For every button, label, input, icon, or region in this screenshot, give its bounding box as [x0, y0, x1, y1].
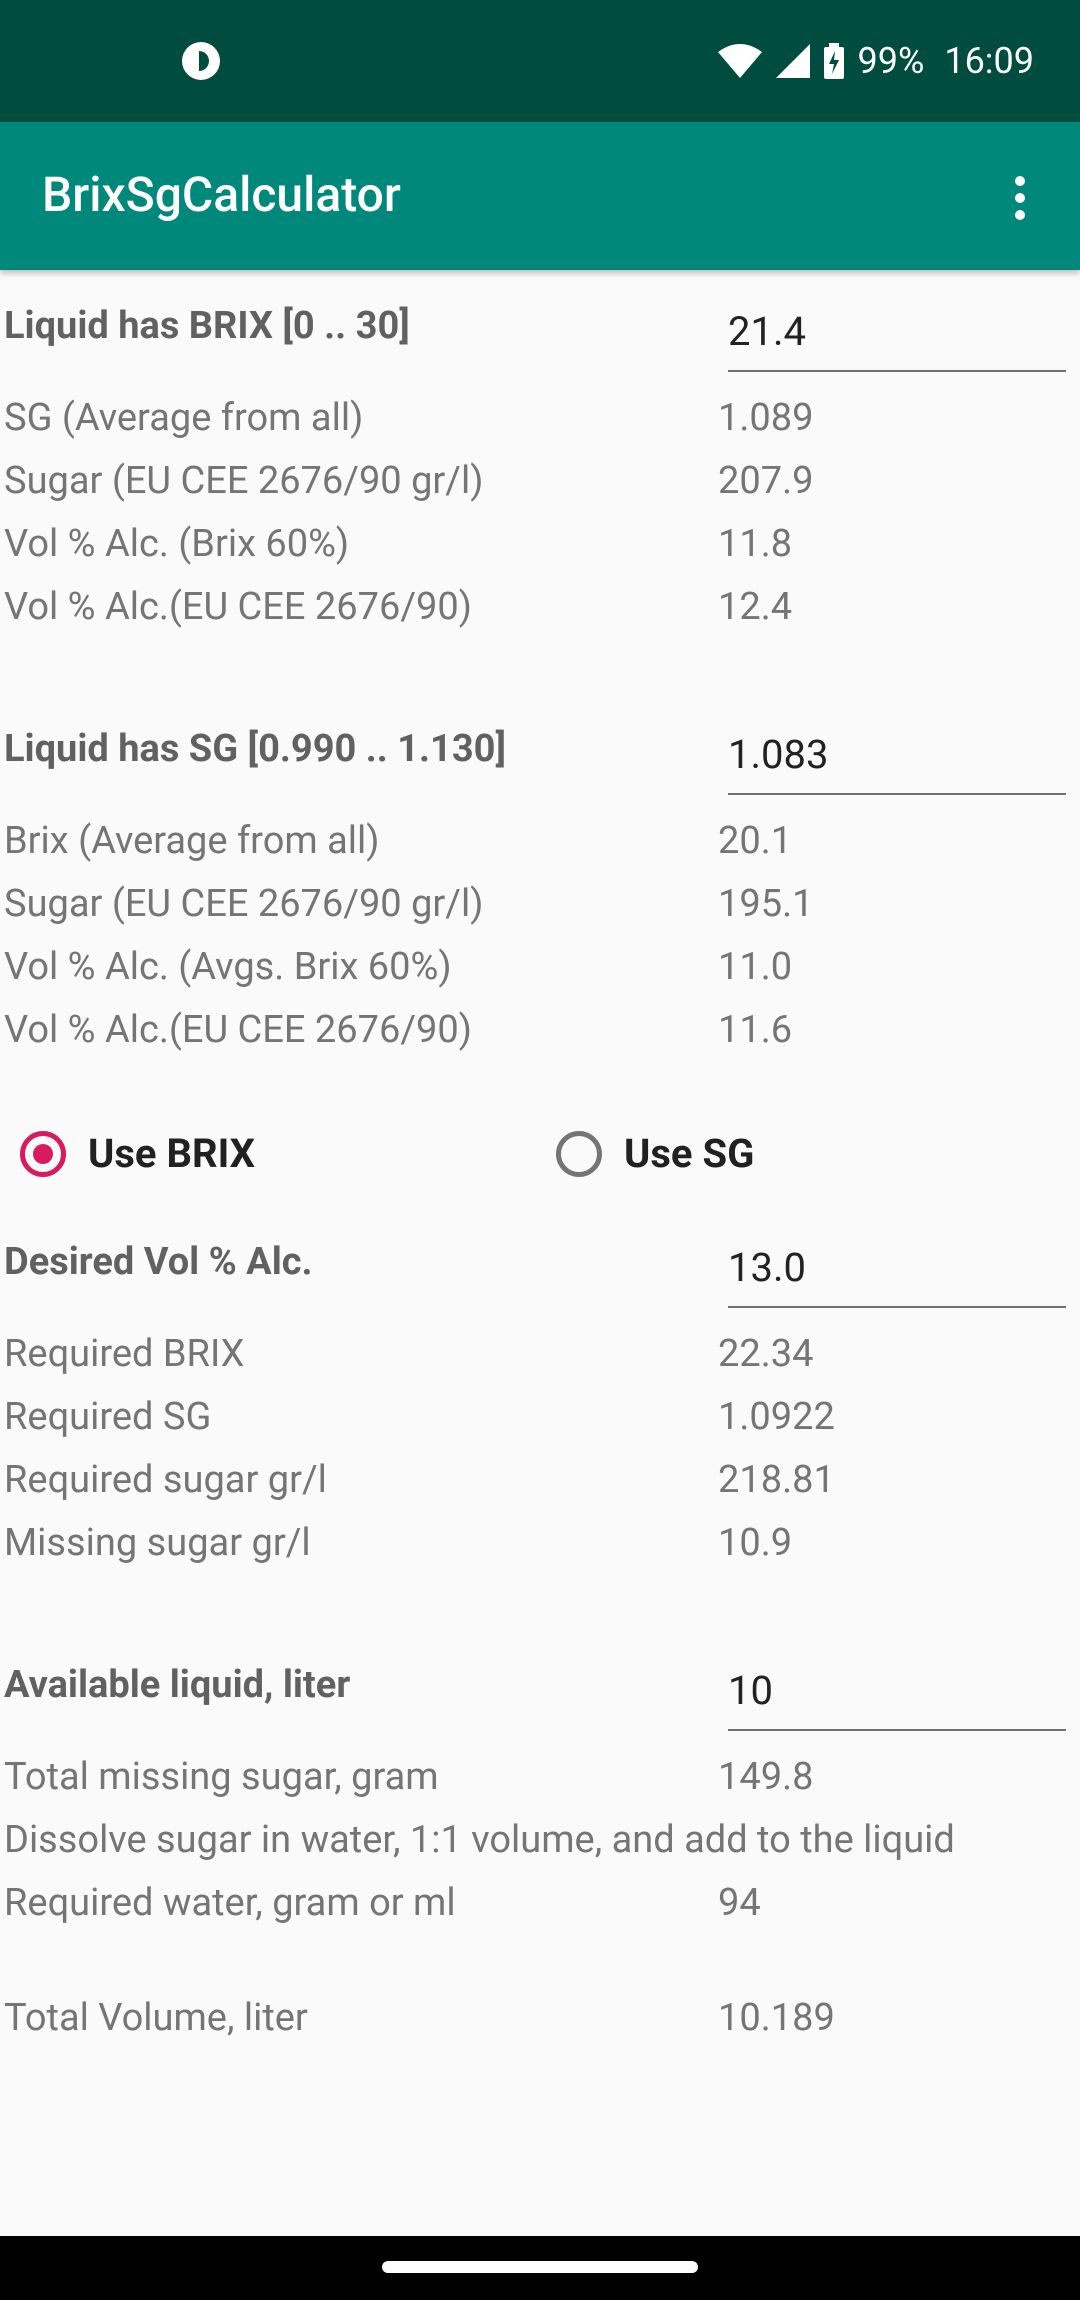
result-label: Vol % Alc.(EU CEE 2676/90): [4, 585, 472, 629]
brix-input-value: 21.4: [728, 308, 806, 355]
app-bar: BrixSgCalculator: [0, 122, 1080, 270]
desired-alc-label: Desired Vol % Alc.: [4, 1240, 313, 1284]
sg-input-value: 1.083: [728, 731, 829, 778]
battery-percent: 99%: [857, 40, 925, 82]
result-value: 195.1: [718, 882, 814, 926]
result-label: Required sugar gr/l: [4, 1458, 327, 1502]
result-value: 11.8: [718, 522, 793, 566]
result-label: SG (Average from all): [4, 396, 364, 440]
home-gesture-handle[interactable]: [382, 2261, 698, 2273]
navigation-bar: [0, 2236, 1080, 2300]
result-value: 10.189: [718, 1996, 835, 2040]
radio-checked-icon: [20, 1130, 66, 1177]
result-label: Total missing sugar, gram: [4, 1755, 439, 1799]
result-label: Required water, gram or ml: [4, 1881, 456, 1925]
app-title: BrixSgCalculator: [42, 166, 401, 223]
sg-input[interactable]: 1.083: [728, 723, 1066, 795]
sg-input-label: Liquid has SG [0.990 .. 1.130]: [4, 727, 506, 771]
result-value: 1.0922: [718, 1395, 835, 1439]
use-sg-label: Use SG: [624, 1130, 755, 1177]
brix-input-label: Liquid has BRIX [0 .. 30]: [4, 304, 410, 348]
result-label: Missing sugar gr/l: [4, 1521, 311, 1565]
result-label: Sugar (EU CEE 2676/90 gr/l): [4, 882, 484, 926]
result-label: Brix (Average from all): [4, 819, 380, 863]
available-liquid-label: Available liquid, liter: [4, 1663, 351, 1707]
available-liquid-input[interactable]: 10: [728, 1659, 1066, 1731]
result-value: 11.0: [718, 945, 793, 989]
result-value: 22.34: [718, 1332, 814, 1376]
battery-charging-icon: [823, 43, 844, 79]
result-value: 20.1: [718, 819, 793, 863]
result-value: 94: [718, 1881, 761, 1925]
result-label: Required BRIX: [4, 1332, 245, 1376]
result-label: Required SG: [4, 1395, 212, 1439]
result-value: 149.8: [718, 1755, 814, 1799]
available-liquid-value: 10: [728, 1667, 773, 1714]
desired-alc-value: 13.0: [728, 1244, 806, 1291]
status-bar: 99% 16:09: [0, 0, 1080, 122]
result-label: Vol % Alc. (Avgs. Brix 60%): [4, 945, 452, 989]
result-value: 11.6: [718, 1008, 793, 1052]
result-value: 218.81: [718, 1458, 835, 1502]
result-label: Sugar (EU CEE 2676/90 gr/l): [4, 459, 484, 503]
status-right-group: 99% 16:09: [717, 34, 1034, 88]
result-value: 10.9: [718, 1521, 793, 1565]
result-label: Vol % Alc. (Brix 60%): [4, 522, 350, 566]
radio-unchecked-icon: [556, 1130, 602, 1177]
use-brix-label: Use BRIX: [88, 1130, 256, 1177]
result-value: 207.9: [718, 459, 814, 503]
result-label: Vol % Alc.(EU CEE 2676/90): [4, 1008, 472, 1052]
app-notification-icon: [182, 42, 220, 80]
desired-alc-input[interactable]: 13.0: [728, 1236, 1066, 1308]
result-label: Total Volume, liter: [4, 1996, 308, 2040]
result-value: 12.4: [718, 585, 793, 629]
use-brix-radio[interactable]: Use BRIX: [20, 1130, 255, 1177]
signal-icon: [775, 44, 810, 78]
brix-input[interactable]: 21.4: [728, 300, 1066, 372]
result-value: 1.089: [718, 396, 814, 440]
wifi-icon: [717, 44, 762, 78]
use-sg-radio[interactable]: Use SG: [556, 1130, 754, 1177]
instruction-text: Dissolve sugar in water, 1:1 volume, and…: [4, 1818, 955, 1862]
overflow-menu-icon[interactable]: [984, 162, 1054, 232]
clock: 16:09: [944, 40, 1034, 82]
